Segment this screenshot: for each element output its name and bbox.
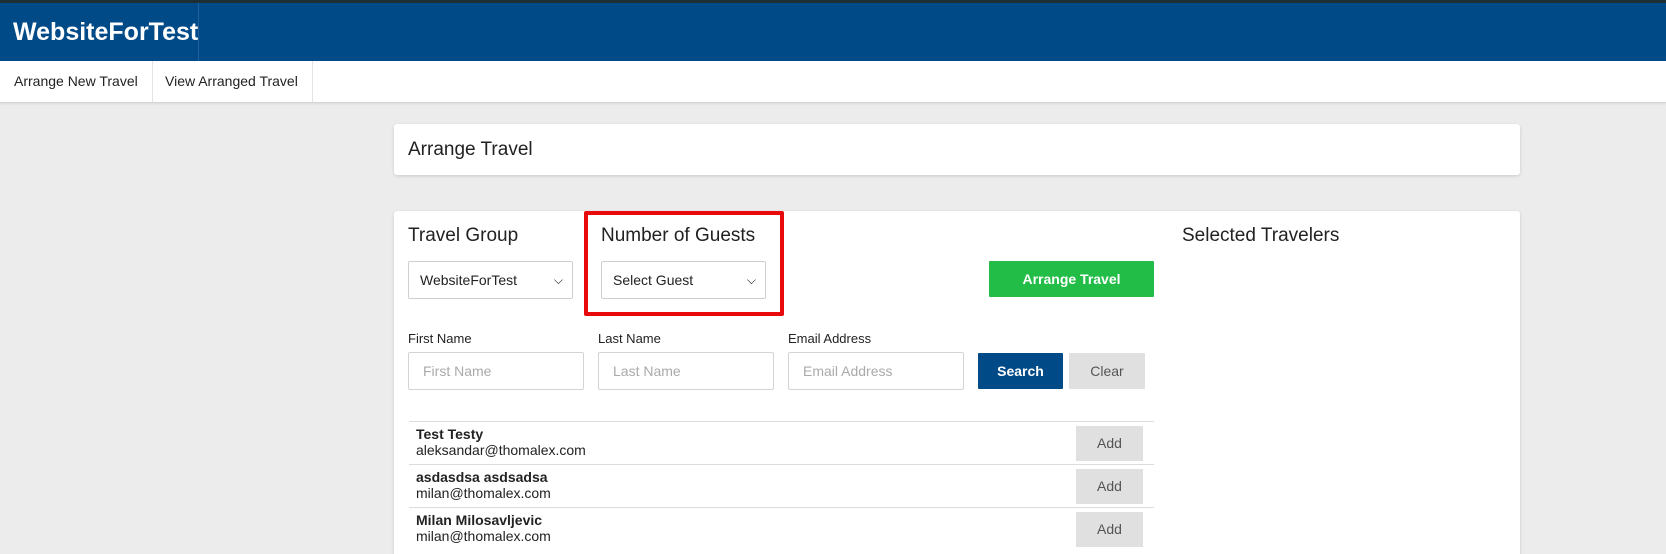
selected-travelers-heading: Selected Travelers <box>1182 225 1340 246</box>
travel-group-value: WebsiteForTest <box>420 272 517 288</box>
first-name-label: First Name <box>408 331 472 346</box>
clear-button[interactable]: Clear <box>1069 353 1145 389</box>
chevron-down-icon: ⌵ <box>553 273 563 287</box>
traveler-email: aleksandar@thomalex.com <box>416 442 586 458</box>
top-header: WebsiteForTest <box>0 0 1666 61</box>
nav-view-arranged-travel[interactable]: View Arranged Travel <box>151 61 313 102</box>
brand-logo[interactable]: WebsiteForTest <box>0 3 199 61</box>
page-title-card: Arrange Travel <box>394 124 1520 175</box>
traveler-name: asdasdsa asdsadsa <box>416 469 548 485</box>
traveler-row: Test Testy aleksandar@thomalex.com Add <box>409 421 1154 464</box>
add-traveler-button[interactable]: Add <box>1076 512 1143 547</box>
traveler-name: Milan Milosavljevic <box>416 512 543 528</box>
email-address-label: Email Address <box>788 331 872 346</box>
traveler-email: milan@thomalex.com <box>416 485 551 501</box>
nav-bar: Arrange New Travel View Arranged Travel <box>0 61 1666 103</box>
traveler-row: Milan Milosavljevic milan@thomalex.com A… <box>409 507 1154 550</box>
search-button[interactable]: Search <box>978 353 1063 389</box>
highlight-box <box>584 211 784 316</box>
add-traveler-button[interactable]: Add <box>1076 469 1143 504</box>
arrange-travel-button[interactable]: Arrange Travel <box>989 261 1154 297</box>
travel-group-heading: Travel Group <box>408 225 519 246</box>
email-address-input[interactable] <box>788 352 964 390</box>
page-title: Arrange Travel <box>408 139 533 160</box>
traveler-email: milan@thomalex.com <box>416 528 551 544</box>
last-name-input[interactable] <box>598 352 774 390</box>
travel-group-select[interactable]: WebsiteForTest ⌵ <box>408 261 573 299</box>
last-name-label: Last Name <box>598 331 661 346</box>
traveler-name: Test Testy <box>416 426 484 442</box>
nav-arrange-new-travel[interactable]: Arrange New Travel <box>0 61 153 102</box>
add-traveler-button[interactable]: Add <box>1076 426 1143 461</box>
traveler-row: asdasdsa asdsadsa milan@thomalex.com Add <box>409 464 1154 507</box>
first-name-input[interactable] <box>408 352 584 390</box>
